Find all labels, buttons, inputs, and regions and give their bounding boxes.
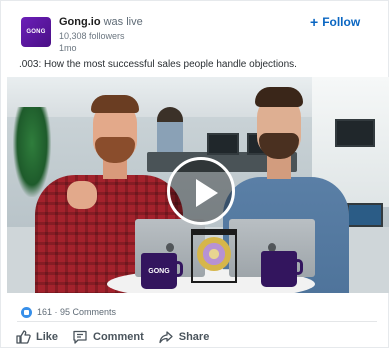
post-header: GONG Gong.io was live 10,308 followers 1…	[1, 1, 389, 57]
company-name[interactable]: Gong.io	[59, 16, 101, 28]
logo-text: GONG	[26, 29, 46, 35]
video-plant	[13, 107, 51, 197]
comment-button[interactable]: Comment	[72, 329, 144, 345]
comment-icon	[73, 330, 87, 344]
video-monitor	[335, 119, 375, 147]
comment-label: Comment	[93, 331, 144, 343]
mug-handle	[293, 259, 303, 275]
social-counts[interactable]: 161 · 95 Comments	[21, 305, 116, 319]
company-logo[interactable]: GONG	[21, 17, 51, 47]
share-icon	[159, 331, 173, 344]
video-background-person	[157, 107, 183, 157]
post-meta: Gong.io was live 10,308 followers 1mo	[59, 17, 143, 53]
reaction-comment-count: 161 · 95 Comments	[37, 307, 117, 317]
like-reaction-icon	[21, 306, 32, 318]
mug-handle	[173, 261, 183, 277]
thumbs-up-icon	[16, 330, 31, 344]
share-button[interactable]: Share	[158, 329, 210, 345]
live-status: was live	[103, 16, 143, 28]
mug-text: GONG	[148, 267, 170, 275]
presenter-right-hair	[255, 87, 303, 107]
trophy-disc	[197, 237, 231, 271]
post-card: GONG Gong.io was live 10,308 followers 1…	[0, 0, 389, 348]
share-label: Share	[178, 331, 210, 343]
divider	[17, 321, 377, 322]
play-button[interactable]	[167, 157, 235, 225]
follower-count: 10,308 followers	[59, 31, 125, 41]
follow-button[interactable]: + Follow	[310, 14, 360, 30]
presenter-left-hand	[67, 181, 97, 209]
action-bar: Like Comment Share	[15, 327, 223, 347]
plus-icon: +	[310, 14, 319, 30]
like-button[interactable]: Like	[15, 329, 58, 345]
video-monitor	[207, 133, 239, 155]
play-icon	[196, 179, 218, 207]
presenter-left-hair	[91, 95, 139, 113]
video-player[interactable]: GONG	[7, 77, 389, 293]
follow-label: Follow	[322, 15, 361, 29]
like-label: Like	[36, 331, 59, 343]
mug-right	[261, 251, 303, 287]
author-line: Gong.io was live	[59, 17, 143, 28]
post-text: .003: How the most successful sales peop…	[19, 59, 297, 70]
video-monitor	[347, 203, 383, 227]
mug-left: GONG	[141, 253, 183, 289]
post-time: 1mo	[59, 43, 77, 53]
laptop-logo-icon	[166, 243, 174, 252]
